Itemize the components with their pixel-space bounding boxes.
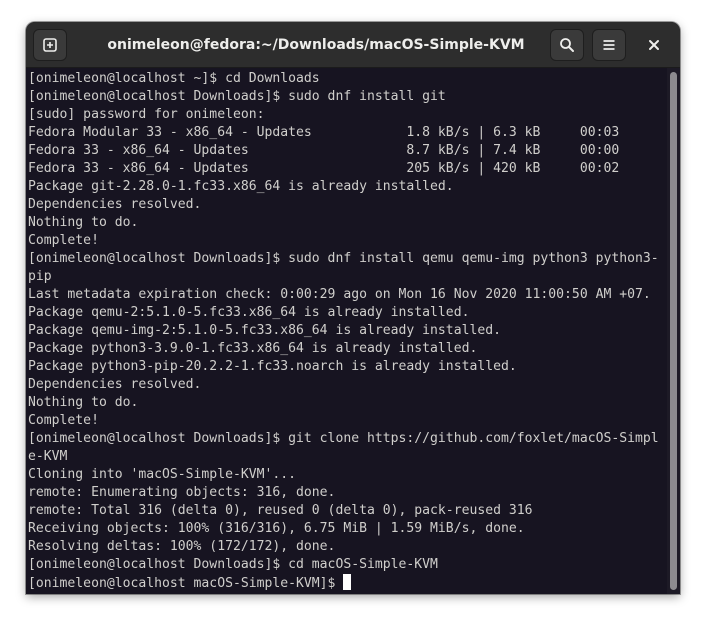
- terminal-window: onimeleon@fedora:~/Downloads/macOS-Simpl…: [26, 22, 680, 594]
- terminal-line: [onimeleon@localhost ~]$ cd Downloads: [28, 71, 320, 86]
- terminal-line: Package qemu-img-2:5.1.0-5.fc33.x86_64 i…: [28, 323, 501, 338]
- search-button[interactable]: [550, 29, 584, 61]
- terminal-prompt-line[interactable]: [onimeleon@localhost macOS-Simple-KVM]$: [28, 574, 668, 592]
- terminal-line: Fedora 33 - x86_64 - Updates 8.7 kB/s | …: [28, 143, 620, 158]
- new-tab-button[interactable]: [33, 29, 67, 61]
- terminal-line: remote: Enumerating objects: 316, done.: [28, 485, 336, 500]
- terminal-line: [onimeleon@localhost Downloads]$ sudo dn…: [28, 89, 446, 104]
- terminal-line: Package qemu-2:5.1.0-5.fc33.x86_64 is al…: [28, 305, 470, 320]
- new-tab-icon: [43, 38, 57, 52]
- shell-prompt: [onimeleon@localhost macOS-Simple-KVM]$: [28, 576, 344, 591]
- terminal-line: Receiving objects: 100% (316/316), 6.75 …: [28, 521, 525, 536]
- terminal-line: Complete!: [28, 413, 99, 428]
- terminal-line: Fedora 33 - x86_64 - Updates 205 kB/s | …: [28, 161, 620, 176]
- terminal-line: Fedora Modular 33 - x86_64 - Updates 1.8…: [28, 125, 620, 140]
- search-icon: [560, 38, 574, 52]
- terminal-line: Package python3-pip-20.2.2-1.fc33.noarch…: [28, 359, 517, 374]
- terminal-line: Dependencies resolved.: [28, 377, 202, 392]
- terminal-line: remote: Total 316 (delta 0), reused 0 (d…: [28, 503, 533, 518]
- terminal-area[interactable]: [onimeleon@localhost ~]$ cd Downloads [on…: [26, 68, 680, 594]
- close-button[interactable]: [638, 29, 670, 61]
- terminal-line: pip: [28, 269, 52, 284]
- window-title: onimeleon@fedora:~/Downloads/macOS-Simpl…: [107, 37, 525, 53]
- menu-button[interactable]: [592, 29, 626, 61]
- terminal-line: Nothing to do.: [28, 215, 139, 230]
- text-cursor: [343, 574, 352, 590]
- terminal-line: e-KVM: [28, 449, 68, 464]
- terminal-line: Dependencies resolved.: [28, 197, 202, 212]
- hamburger-menu-icon: [603, 40, 615, 50]
- terminal-line: Last metadata expiration check: 0:00:29 …: [28, 287, 651, 302]
- scrollbar[interactable]: [667, 68, 680, 594]
- terminal-line: [onimeleon@localhost Downloads]$ sudo dn…: [28, 251, 659, 266]
- terminal-output: [onimeleon@localhost ~]$ cd Downloads [on…: [28, 70, 668, 592]
- terminal-line: [onimeleon@localhost Downloads]$ cd macO…: [28, 557, 438, 572]
- terminal-line: Resolving deltas: 100% (172/172), done.: [28, 539, 336, 554]
- terminal-line: Complete!: [28, 233, 99, 248]
- scrollbar-thumb[interactable]: [670, 72, 677, 590]
- terminal-line: Package git-2.28.0-1.fc33.x86_64 is alre…: [28, 179, 454, 194]
- headerbar: onimeleon@fedora:~/Downloads/macOS-Simpl…: [26, 22, 680, 68]
- terminal-line: Nothing to do.: [28, 395, 139, 410]
- close-icon: [649, 40, 659, 50]
- terminal-line: Cloning into 'macOS-Simple-KVM'...: [28, 467, 297, 482]
- terminal-line: [sudo] password for onimeleon:: [28, 107, 265, 122]
- terminal-line: Package python3-3.9.0-1.fc33.x86_64 is a…: [28, 341, 478, 356]
- terminal-line: [onimeleon@localhost Downloads]$ git clo…: [28, 431, 659, 446]
